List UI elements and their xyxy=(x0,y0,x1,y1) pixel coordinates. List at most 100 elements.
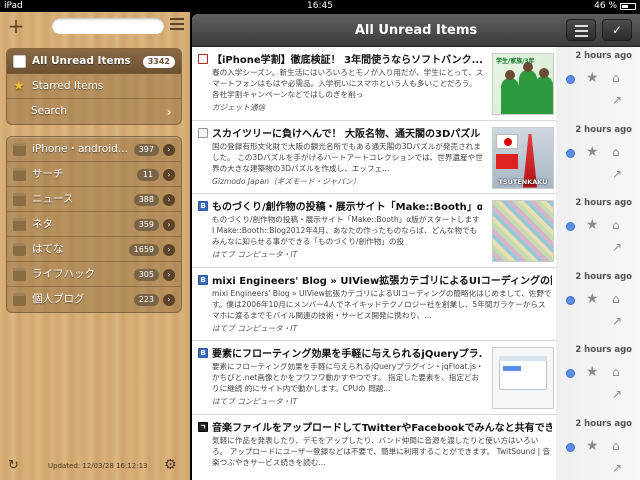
article-thumbnail xyxy=(492,200,554,262)
main-nav-group: All Unread Items 3342 ★ Starred Items Se… xyxy=(6,48,182,125)
article-actions: 2 hours ago ★ ⌂ ↗ xyxy=(556,341,640,415)
feed-favicon-icon: B xyxy=(198,348,208,358)
clock: 16:45 xyxy=(307,1,333,11)
tag-icon[interactable]: ⌂ xyxy=(612,292,620,306)
feed-favicon-icon xyxy=(198,127,208,138)
article-title: スカイツリーに負けへんで！ 大阪名物、通天閣の3Dパズル xyxy=(212,128,481,140)
nav-all-unread[interactable]: All Unread Items 3342 xyxy=(7,49,181,74)
folder-item[interactable]: 個人ブログ 223 › xyxy=(7,287,181,312)
article-source: ガジェット通信 xyxy=(212,103,266,112)
sidebar: + All Unread Items 3342 ★ Starred Items … xyxy=(0,12,190,480)
chevron-right-icon[interactable]: › xyxy=(163,144,175,156)
nav-starred[interactable]: ★ Starred Items xyxy=(7,74,181,99)
star-icon[interactable]: ★ xyxy=(586,70,599,86)
folder-label: 個人ブログ xyxy=(32,293,85,305)
gear-icon[interactable]: ⚙ xyxy=(164,457,177,473)
article-actions: 2 hours ago ★ ⌂ ↗ xyxy=(556,120,640,194)
folder-item[interactable]: iPhone・android... 397 › xyxy=(7,137,181,162)
chevron-right-icon[interactable]: › xyxy=(163,169,175,181)
tag-icon[interactable]: ⌂ xyxy=(612,145,620,159)
star-icon[interactable]: ★ xyxy=(586,291,599,307)
share-icon[interactable]: ↗ xyxy=(612,387,622,401)
share-icon[interactable]: ↗ xyxy=(612,461,622,475)
folder-label: iPhone・android... xyxy=(32,143,128,155)
folder-item[interactable]: はてな 1659 › xyxy=(7,237,181,262)
chevron-right-icon[interactable]: › xyxy=(163,244,175,256)
mark-all-read-icon[interactable]: ✓ xyxy=(602,19,632,41)
plus-icon[interactable]: + xyxy=(6,16,26,36)
nav-label: Search xyxy=(31,105,68,117)
folder-count-badge: 223 xyxy=(133,294,159,306)
article-actions: 2 hours ago ★ ⌂ ↗ xyxy=(556,47,640,121)
article-source: はてブ コンピュータ・IT xyxy=(212,397,298,406)
folder-icon xyxy=(13,143,26,156)
article-item[interactable]: B ものづくり/創作物の投稿・展示サイト「Make::Booth」α... もの… xyxy=(192,194,640,268)
thumbnail-caption: TSUTENKAKU xyxy=(498,177,548,186)
list-view-icon[interactable] xyxy=(566,19,596,41)
folder-item[interactable]: サーチ 11 › xyxy=(7,162,181,187)
article-snippet: 気軽に作品を発表したり、デモをアップしたり、バンド仲間に音源を渡したりと使い方は… xyxy=(212,435,551,467)
folder-item[interactable]: ライフハック 305 › xyxy=(7,262,181,287)
folder-count-badge: 305 xyxy=(133,269,159,281)
article-item[interactable]: スカイツリーに負けへんで！ 大阪名物、通天閣の3Dパズル 国の登録有形文化財で大… xyxy=(192,120,640,194)
chevron-right-icon[interactable]: › xyxy=(163,194,175,206)
folder-label: サーチ xyxy=(32,168,64,180)
unread-dot-icon[interactable] xyxy=(566,148,575,158)
article-time: 2 hours ago xyxy=(575,124,632,135)
tag-icon[interactable]: ⌂ xyxy=(612,218,620,232)
article-snippet: 要素にフローティング効果を手軽に与えられるjQueryプラグイン・jqFloat… xyxy=(212,362,484,393)
article-item[interactable]: B 要素にフローティング効果を手軽に与えられるjQueryプラ... 要素にフロ… xyxy=(192,341,640,415)
feed-favicon-icon: ㄱ xyxy=(198,421,208,432)
list-header: All Unread Items ✓ xyxy=(192,14,640,47)
nav-label: Starred Items xyxy=(32,80,104,92)
tag-icon[interactable]: ⌂ xyxy=(612,71,620,85)
article-item[interactable]: B mixi Engineers' Blog » UIView拡張カテゴリによる… xyxy=(192,267,640,341)
folder-label: ライフハック xyxy=(32,268,95,280)
rss-icon xyxy=(13,55,26,68)
nav-search[interactable]: Search › xyxy=(7,99,181,124)
unread-dot-icon[interactable] xyxy=(566,75,575,84)
tag-icon[interactable]: ⌂ xyxy=(612,365,620,379)
chevron-right-icon[interactable]: › xyxy=(163,294,175,306)
folder-item[interactable]: ネタ 359 › xyxy=(7,212,181,237)
share-icon[interactable]: ↗ xyxy=(612,167,622,181)
article-item[interactable]: 【iPhone学割】徹底検証！ 3年間使うならソフトバンク... 春の入学シーズ… xyxy=(192,47,640,121)
chevron-right-icon[interactable]: › xyxy=(163,219,175,231)
article-actions: 2 hours ago ★ ⌂ ↗ xyxy=(556,267,640,341)
chevron-right-icon[interactable]: › xyxy=(163,269,175,281)
feed-favicon-icon xyxy=(198,54,208,64)
article-title: 要素にフローティング効果を手軽に与えられるjQueryプラ... xyxy=(212,349,482,360)
folder-icon xyxy=(13,193,26,206)
status-bar: iPad 16:45 46 % xyxy=(0,0,640,12)
tag-icon[interactable]: ⌂ xyxy=(612,439,620,453)
article-list-panel: All Unread Items ✓ 【iPhone学割】徹底検証！ 3年間使う… xyxy=(192,14,640,480)
star-icon[interactable]: ★ xyxy=(586,438,599,454)
star-icon[interactable]: ★ xyxy=(586,364,599,380)
article-item[interactable]: ㄱ 音楽ファイルをアップロードしてTwitterやFacebookでみんなと共有… xyxy=(192,414,640,480)
article-time: 2 hours ago xyxy=(575,271,632,282)
share-icon[interactable]: ↗ xyxy=(612,93,622,107)
refresh-icon[interactable]: ↻ xyxy=(8,458,19,473)
unread-dot-icon[interactable] xyxy=(566,442,575,452)
folder-count-badge: 359 xyxy=(133,219,159,231)
folder-count-badge: 11 xyxy=(137,169,159,181)
article-snippet: mixi Engineers' Blog » UIView拡張カテゴリによるUI… xyxy=(212,288,552,320)
page-title: All Unread Items xyxy=(354,23,478,38)
unread-dot-icon[interactable] xyxy=(566,222,575,231)
battery-percent: 46 % xyxy=(594,1,617,11)
search-field[interactable] xyxy=(52,18,164,34)
article-snippet: ものづくり/創作物の投稿・展示サイト「Make::Booth」α版がスタートしま… xyxy=(212,215,480,246)
star-icon[interactable]: ★ xyxy=(586,144,599,160)
nav-label: All Unread Items xyxy=(32,55,131,67)
sidebar-toolbar: + xyxy=(0,12,190,42)
share-icon[interactable]: ↗ xyxy=(612,314,622,328)
updated-timestamp: Updated: 12/03/28 16:12:13 xyxy=(48,462,148,470)
unread-dot-icon[interactable] xyxy=(566,295,575,305)
unread-dot-icon[interactable] xyxy=(566,369,575,378)
article-actions: 2 hours ago ★ ⌂ ↗ xyxy=(556,414,640,480)
star-icon[interactable]: ★ xyxy=(586,217,599,233)
menu-icon[interactable] xyxy=(170,18,184,32)
folder-item[interactable]: ニュース 388 › xyxy=(7,187,181,212)
share-icon[interactable]: ↗ xyxy=(612,240,622,254)
article-source: Gizmodo Japan（ギズモード・ジャパン） xyxy=(212,176,361,186)
